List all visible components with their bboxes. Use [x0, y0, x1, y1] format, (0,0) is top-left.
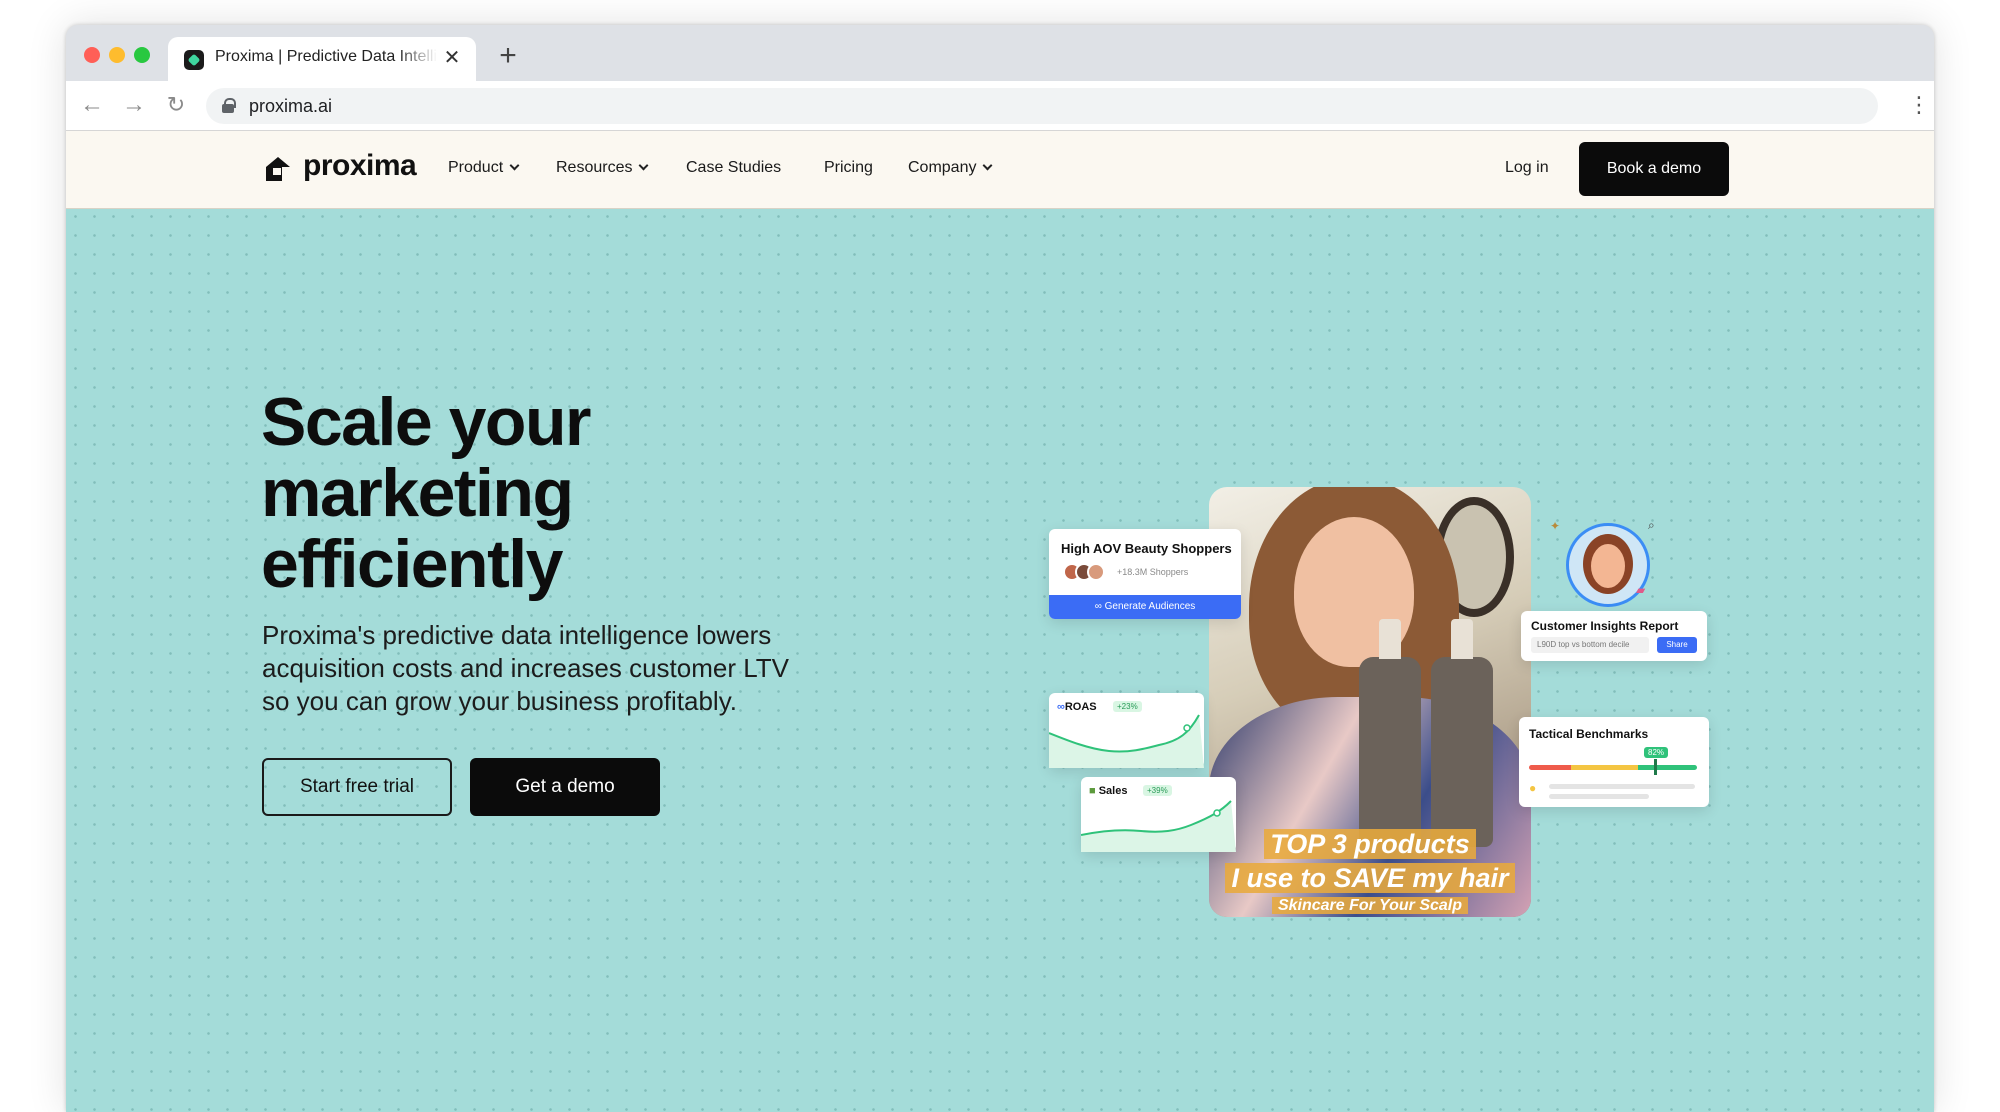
nav-item-resources[interactable]: Resources [556, 159, 649, 177]
nav-item-label: Case Studies [686, 159, 782, 176]
shopper-avatars [1063, 563, 1107, 581]
product-bottle [1359, 619, 1421, 847]
reload-icon[interactable]: ↻ [160, 89, 192, 121]
insights-card: Customer Insights Report L90D top vs bot… [1521, 611, 1707, 661]
generate-audiences-button[interactable]: ∞ Generate Audiences [1049, 595, 1241, 619]
url-text[interactable]: proxima.ai [249, 96, 332, 117]
chevron-down-icon [983, 160, 993, 171]
hero-video[interactable]: TOP 3 products I use to SAVE my hair Ski… [1209, 487, 1531, 917]
tab-title: Proxima | Predictive Data Intelligence [215, 48, 437, 65]
hero-subtitle-line: so you can grow your business profitably… [262, 686, 737, 716]
nav-item-case-studies[interactable]: Case Studies [686, 159, 781, 177]
login-link[interactable]: Log in [1505, 159, 1549, 177]
meta-icon: ∞ [1094, 601, 1105, 612]
sales-sparkline [1081, 800, 1236, 852]
benchmark-marker [1654, 759, 1657, 775]
browser-toolbar: ← → ↻ proxima.ai ⋮ [66, 81, 1934, 131]
tab-close-icon[interactable]: ✕ [440, 46, 464, 70]
back-arrow-icon[interactable]: ← [76, 89, 108, 121]
placeholder-line [1549, 794, 1649, 799]
browser-menu-icon[interactable]: ⋮ [1908, 91, 1930, 121]
insights-filter-field[interactable]: L90D top vs bottom decile [1531, 637, 1649, 653]
book-demo-button[interactable]: Book a demo [1579, 142, 1729, 196]
video-caption: TOP 3 products [1209, 829, 1531, 860]
product-bottle [1431, 619, 1493, 847]
minimize-window-button[interactable] [109, 47, 125, 63]
placeholder-line [1549, 784, 1695, 789]
browser-window: Proxima | Predictive Data Intelligence ✕… [66, 25, 1934, 1112]
hero-title-line: marketing [261, 455, 574, 531]
start-free-trial-button[interactable]: Start free trial [262, 758, 452, 816]
hero-subtitle-line: Proxima's predictive data intelligence l… [262, 620, 772, 650]
video-caption-text: I use to SAVE my hair [1225, 863, 1515, 893]
generate-audiences-label: Generate Audiences [1104, 601, 1196, 612]
nav-item-product[interactable]: Product [448, 159, 520, 177]
shopping-bag-icon: ▰ [1636, 583, 1646, 597]
nav-item-label: Pricing [824, 159, 873, 176]
nav-item-label: Product [448, 159, 504, 176]
roas-card: ∞ROAS +23% [1049, 693, 1204, 768]
video-caption-text: TOP 3 products [1264, 829, 1476, 859]
site-header: proxima Product Resources Case Studies P… [66, 131, 1934, 209]
new-tab-button[interactable]: + [492, 41, 524, 73]
avatar-face [1591, 544, 1625, 588]
proxima-favicon-icon [184, 50, 204, 70]
roas-sparkline [1049, 714, 1204, 768]
nav-item-company[interactable]: Company [908, 159, 993, 177]
nav-item-label: Company [908, 159, 977, 176]
nav-item-label: Resources [556, 159, 633, 176]
logo-text[interactable]: proxima [303, 149, 417, 183]
sales-card: ■ Sales +39% [1081, 777, 1236, 852]
video-caption: I use to SAVE my hair [1209, 863, 1531, 894]
audience-card: High AOV Beauty Shoppers +18.3M Shoppers… [1049, 529, 1241, 619]
benchmarks-card-title: Tactical Benchmarks [1529, 727, 1649, 741]
nav-item-pricing[interactable]: Pricing [824, 159, 873, 177]
lightbulb-icon: ● [1529, 781, 1537, 795]
hero-subtitle: Proxima's predictive data intelligence l… [262, 619, 862, 718]
address-bar[interactable]: proxima.ai [206, 88, 1878, 124]
share-button[interactable]: Share [1657, 637, 1697, 653]
chevron-down-icon [639, 160, 649, 171]
page-content: proxima Product Resources Case Studies P… [66, 131, 1934, 1112]
close-window-button[interactable] [84, 47, 100, 63]
maximize-window-button[interactable] [134, 47, 150, 63]
browser-tab[interactable]: Proxima | Predictive Data Intelligence ✕ [168, 37, 476, 81]
magnifier-icon: ⌕ [1648, 518, 1655, 532]
chevron-down-icon [509, 160, 520, 171]
hero-title-line: efficiently [261, 526, 563, 602]
tab-strip: Proxima | Predictive Data Intelligence ✕… [66, 25, 1934, 81]
benchmarks-card: Tactical Benchmarks 82% ● [1519, 717, 1709, 807]
proxima-logo-icon[interactable] [262, 153, 294, 185]
get-demo-button[interactable]: Get a demo [470, 758, 660, 816]
video-caption-text: Skincare For Your Scalp [1271, 897, 1469, 914]
forward-arrow-icon[interactable]: → [118, 89, 150, 121]
video-caption: Skincare For Your Scalp [1209, 897, 1531, 915]
hero-title-line: Scale your [261, 384, 591, 460]
insights-card-title: Customer Insights Report [1531, 619, 1679, 633]
lock-icon [222, 98, 236, 113]
shopper-count: +18.3M Shoppers [1117, 567, 1189, 577]
hero-title: Scale your marketing efficiently [261, 387, 781, 600]
sparkle-icon: ✦ [1550, 519, 1561, 533]
benchmark-badge: 82% [1644, 747, 1669, 758]
audience-card-title: High AOV Beauty Shoppers [1061, 541, 1232, 556]
benchmark-bar [1529, 765, 1697, 770]
hero-subtitle-line: acquisition costs and increases customer… [262, 653, 789, 683]
